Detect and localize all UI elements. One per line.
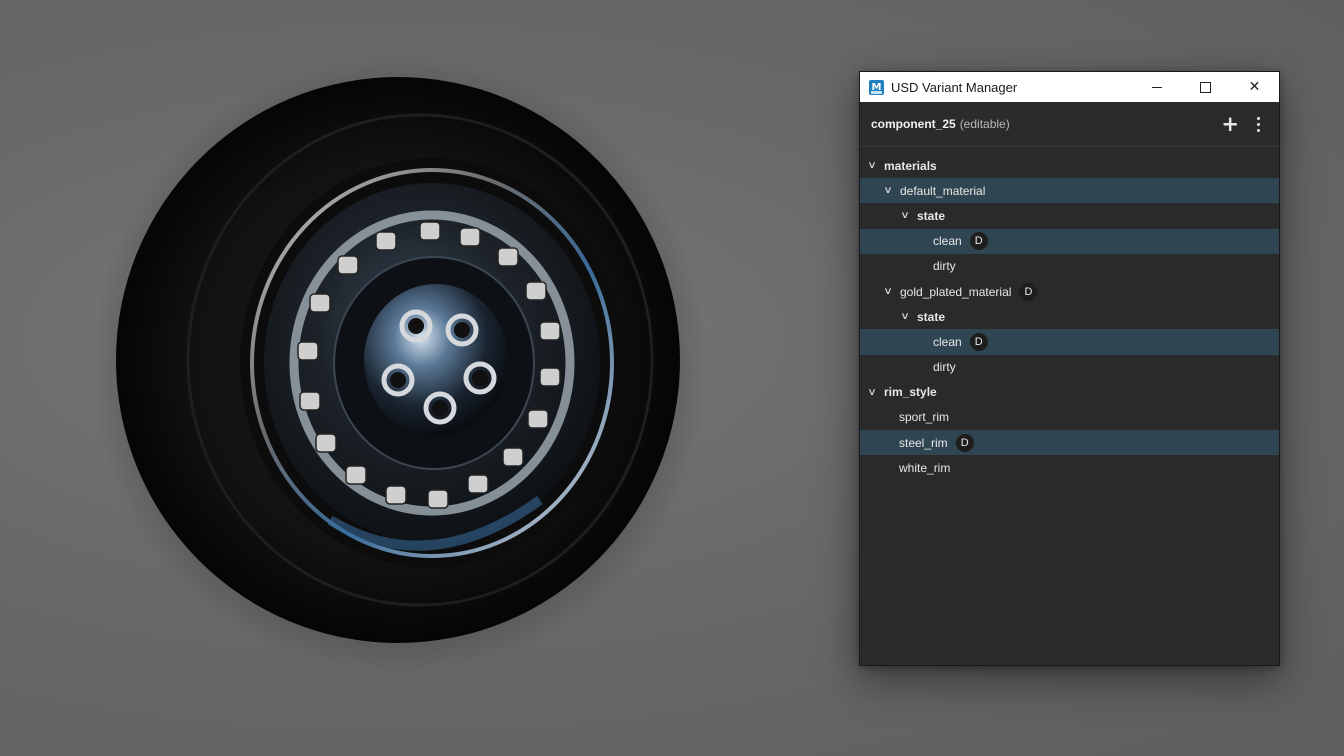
tree-item-label: gold_plated_material [900, 284, 1012, 299]
tree-item-label: clean [933, 334, 962, 349]
tree-item-default-material[interactable]: ∨ default_material [860, 178, 1279, 204]
default-badge: D [955, 433, 974, 452]
tree-item-clean[interactable]: clean D [860, 228, 1279, 254]
tree-item-label: state [917, 208, 946, 223]
header-actions: + [1221, 102, 1261, 146]
tree-item-gold-plated-material[interactable]: ∨ gold_plated_material D [860, 279, 1279, 304]
tree-item-label: clean [933, 234, 962, 249]
tree-item-dirty[interactable]: dirty [860, 355, 1279, 380]
tree-item-clean[interactable]: clean D [860, 329, 1279, 355]
maximize-button[interactable] [1181, 72, 1230, 102]
tree-item-label: state [917, 309, 946, 324]
default-badge: D [969, 232, 988, 251]
minimize-button[interactable] [1132, 72, 1181, 102]
tree-item-label: default_material [900, 183, 986, 198]
wheel-model [90, 55, 710, 675]
tree-item-steel-rim[interactable]: steel_rim D [860, 430, 1279, 456]
default-badge: D [1019, 282, 1038, 301]
chevron-down-icon[interactable]: ∨ [880, 185, 896, 196]
close-button[interactable]: ✕ [1230, 72, 1279, 102]
3d-viewport[interactable] [0, 0, 840, 756]
tree-item-white-rim[interactable]: white_rim [860, 455, 1279, 480]
window-controls: ✕ [1132, 72, 1279, 102]
tree-item-label: dirty [933, 259, 956, 274]
chevron-down-icon[interactable]: ∨ [880, 286, 896, 297]
maximize-icon [1200, 81, 1211, 93]
minimize-icon [1151, 86, 1162, 88]
tree-item-label: sport_rim [899, 410, 950, 425]
title-bar[interactable]: M USD Variant Manager ✕ [860, 72, 1279, 102]
editable-label: (editable) [959, 117, 1010, 131]
window-title: USD Variant Manager [891, 79, 1018, 95]
tree-item-materials[interactable]: ∨ materials [860, 153, 1279, 178]
tree-item-label: materials [884, 158, 937, 173]
chevron-down-icon[interactable]: ∨ [897, 210, 913, 221]
tree-item-label: rim_style [884, 385, 937, 400]
prim-header: component_25 (editable) + [860, 102, 1279, 147]
tree-item-rim-style[interactable]: ∨ rim_style [860, 380, 1279, 405]
more-options-button[interactable] [1255, 116, 1261, 132]
variant-tree: ∨ materials ∨ default_material ∨ state c… [860, 147, 1279, 480]
tree-item-label: steel_rim [899, 435, 948, 450]
tree-item-label: dirty [933, 360, 956, 375]
close-icon: ✕ [1248, 79, 1261, 95]
tree-item-state[interactable]: ∨ state [860, 304, 1279, 329]
usd-variant-manager-window: M USD Variant Manager ✕ component_25 (ed… [859, 71, 1280, 666]
tree-item-dirty[interactable]: dirty [860, 254, 1279, 279]
chevron-down-icon[interactable]: ∨ [864, 160, 880, 171]
default-badge: D [969, 332, 988, 351]
prim-name: component_25 [871, 117, 956, 131]
tree-item-sport-rim[interactable]: sport_rim [860, 405, 1279, 430]
tree-item-label: white_rim [899, 460, 951, 475]
chevron-down-icon[interactable]: ∨ [864, 387, 880, 398]
app-icon: M [869, 79, 884, 95]
chevron-down-icon[interactable]: ∨ [897, 311, 913, 322]
tree-item-state[interactable]: ∨ state [860, 203, 1279, 228]
add-variant-set-button[interactable]: + [1221, 113, 1239, 135]
